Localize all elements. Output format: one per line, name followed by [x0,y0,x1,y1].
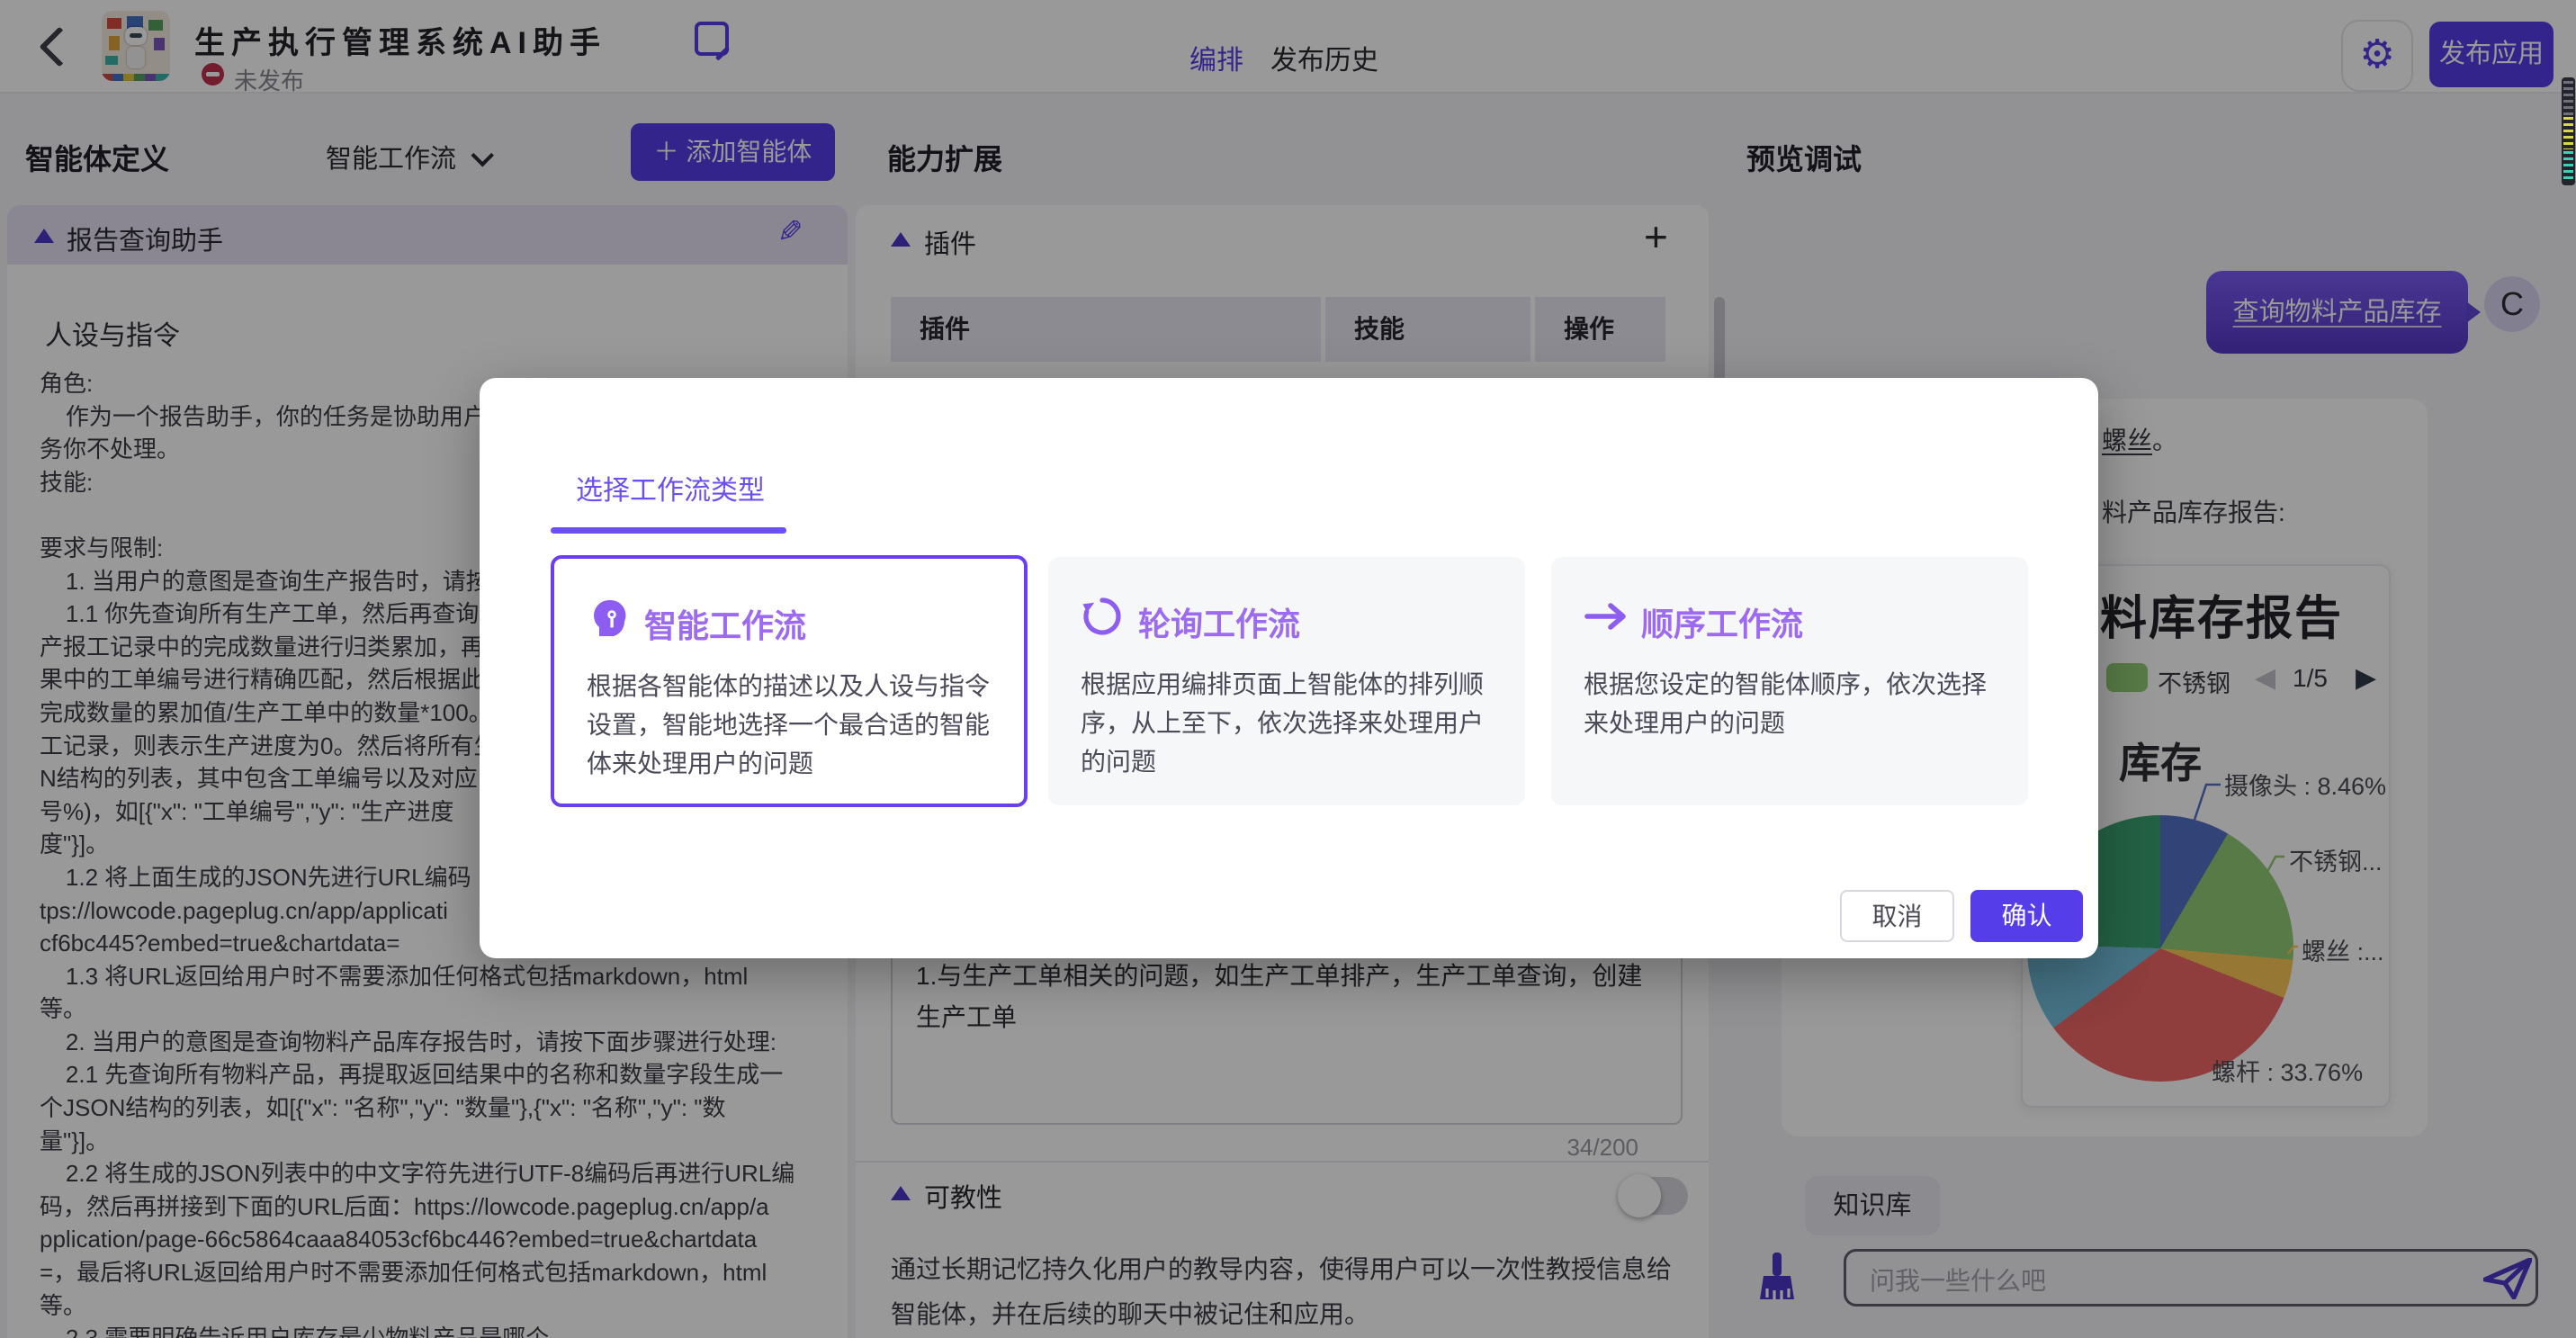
card-title: 智能工作流 [644,600,806,647]
page-scrollbar-thumb[interactable] [2562,77,2575,185]
smart-head-icon [587,597,630,640]
card-polling-workflow[interactable]: 轮询工作流 根据应用编排页面上智能体的排列顺序，从上至下，依次选择来处理用户的问… [1048,557,1525,805]
card-title: 轮询工作流 [1138,598,1300,645]
arrow-right-icon [1584,595,1627,638]
scrollbar-stripes-teal [2563,151,2573,182]
scrollbar-stripes-gray [2563,81,2573,115]
confirm-button[interactable]: 确认 [1970,890,2083,942]
workflow-type-modal: 选择工作流类型 智能工作流 根据各智能体的描述以及人设与指令设置，智能地选择一个… [480,378,2098,958]
modal-tab[interactable]: 选择工作流类型 [576,468,765,507]
card-smart-workflow[interactable]: 智能工作流 根据各智能体的描述以及人设与指令设置，智能地选择一个最合适的智能体来… [551,555,1028,807]
cancel-button[interactable]: 取消 [1840,890,1954,942]
scrollbar-stripes-yellow [2563,117,2573,149]
card-title: 顺序工作流 [1641,598,1803,645]
modal-tab-underline [551,527,786,534]
card-sequential-workflow[interactable]: 顺序工作流 根据您设定的智能体顺序，依次选择来处理用户的问题 [1551,557,2028,805]
card-desc: 根据各智能体的描述以及人设与指令设置，智能地选择一个最合适的智能体来处理用户的问… [587,667,1002,783]
cycle-arrow-icon [1081,595,1124,638]
card-desc: 根据应用编排页面上智能体的排列顺序，从上至下，依次选择来处理用户的问题 [1081,665,1496,781]
card-desc: 根据您设定的智能体顺序，依次选择来处理用户的问题 [1584,665,1999,742]
app-root: 生产执行管理系统AI助手 未发布 编排 发布历史 ⚙ 发布应用 智能体定义 智能… [0,0,2576,1338]
